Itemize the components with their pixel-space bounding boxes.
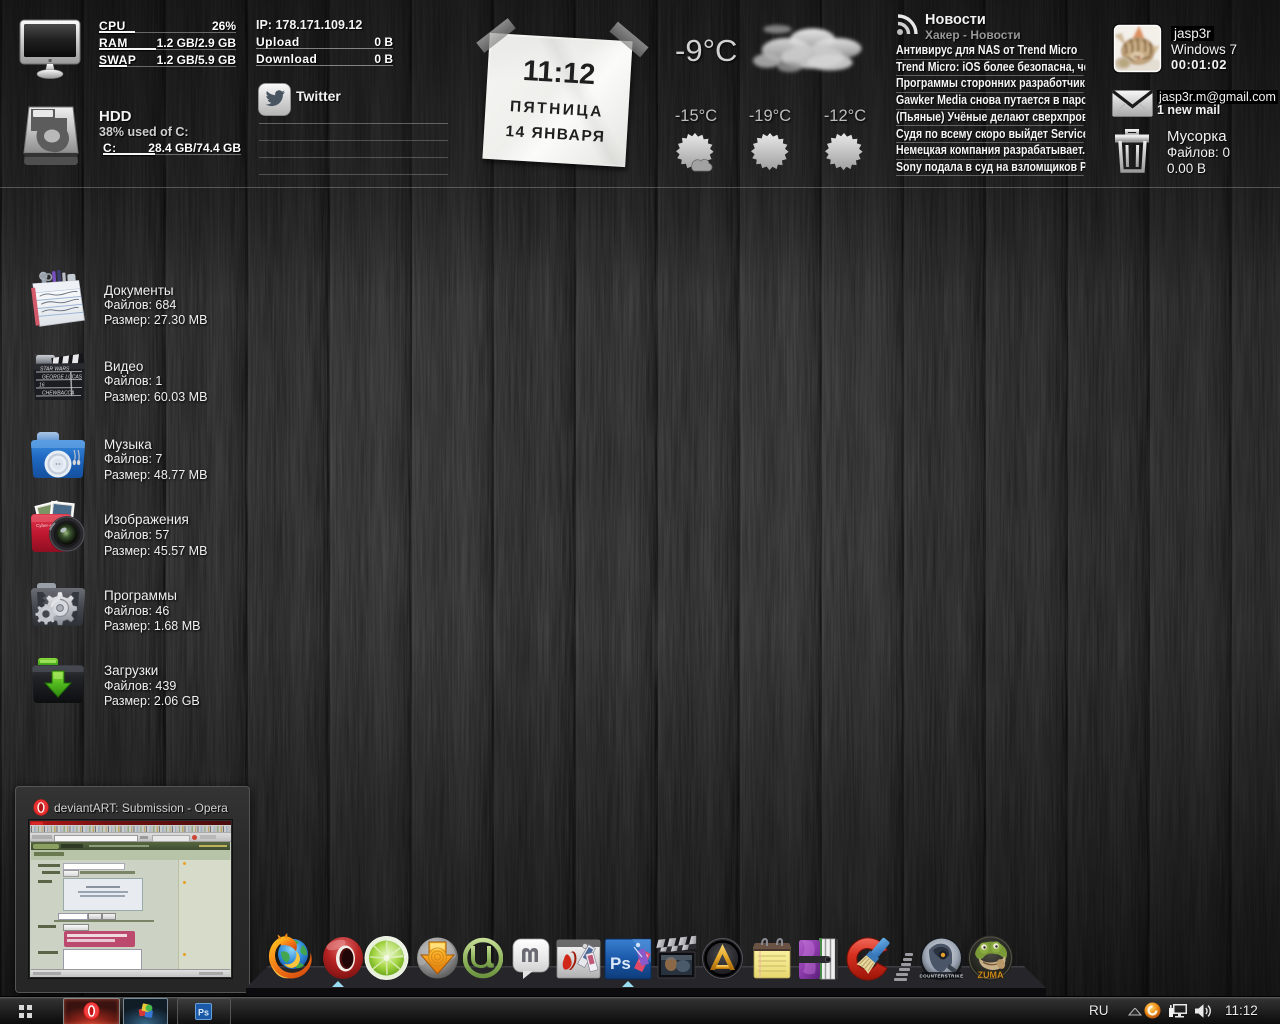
svg-text:Ps: Ps — [610, 954, 631, 973]
svg-text:GEORGE LUCAS: GEORGE LUCAS — [42, 375, 83, 381]
svg-text:ZUMA: ZUMA — [978, 970, 1004, 980]
svg-text:COUNTERSTRIKE: COUNTERSTRIKE — [920, 974, 964, 979]
svg-text:CHEWBACCA: CHEWBACCA — [42, 391, 75, 397]
svg-text:Ps: Ps — [198, 1008, 209, 1018]
svg-text:STAR WARS: STAR WARS — [40, 367, 70, 373]
svg-text:16: 16 — [39, 383, 45, 389]
